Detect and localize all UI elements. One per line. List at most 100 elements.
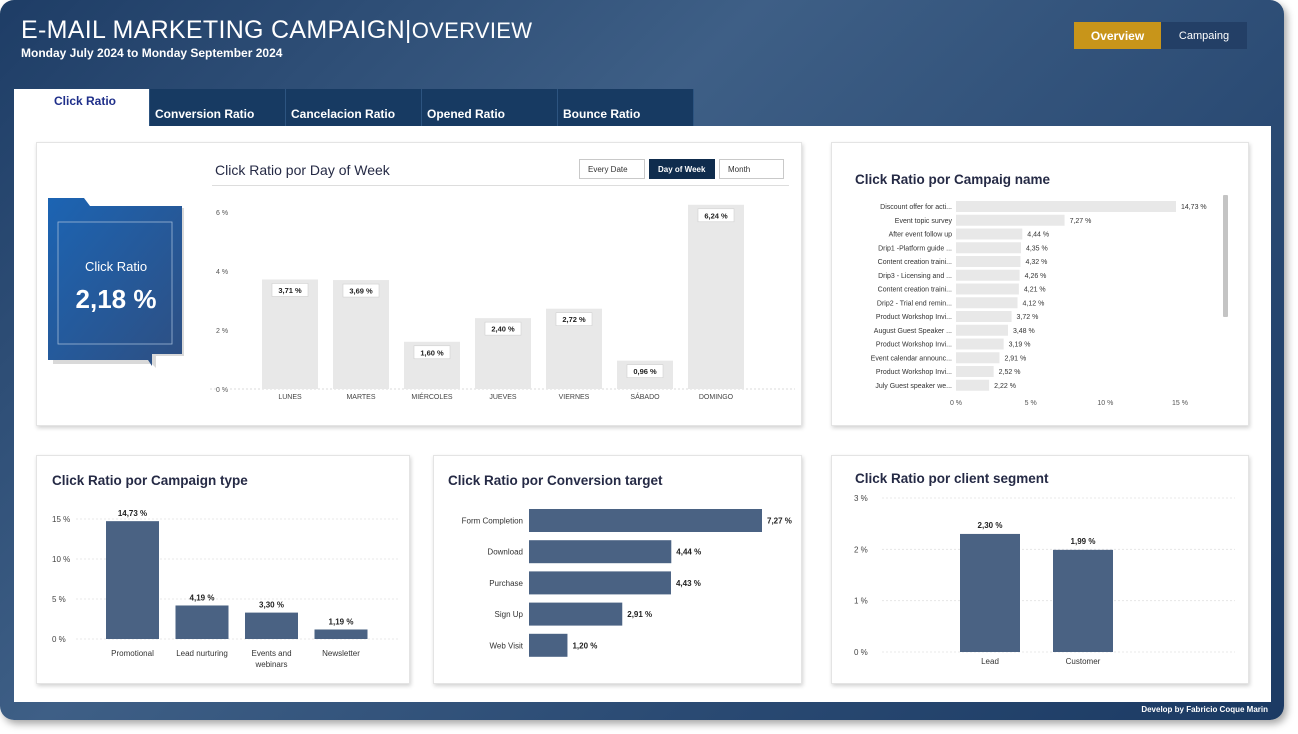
- campaign-name-chart: 0 % 5 % 10 % 15 % Discount offer for acti...…: [871, 195, 1228, 407]
- y-tick-label: 0 %: [52, 635, 66, 644]
- bar: [956, 214, 1065, 226]
- category-label: Content creation traini...: [878, 287, 952, 294]
- data-label: 2,72 %: [562, 315, 586, 324]
- category-label: After event follow up: [889, 232, 953, 239]
- category-label: Web Visit: [490, 641, 524, 650]
- bar: [245, 612, 298, 639]
- tab-cancelacion-ratio[interactable]: Cancelacion Ratio: [286, 89, 422, 126]
- overview-button[interactable]: Overview: [1074, 22, 1161, 49]
- data-label: 2,91 %: [627, 610, 652, 619]
- category-label: July Guest speaker we...: [875, 383, 952, 390]
- bar: [529, 509, 762, 532]
- data-label: 7,27 %: [1070, 218, 1092, 225]
- day-of-week-chart: 6 % 4 % 2 % 0 % 3,71 % LUNES 3,69 % MARTES 1,60 …: [210, 204, 795, 401]
- data-label: 14,73 %: [1181, 204, 1207, 211]
- x-tick-label: Newsletter: [322, 649, 360, 658]
- tab-click-ratio[interactable]: Click Ratio: [14, 89, 150, 126]
- data-label: 7,27 %: [767, 517, 792, 526]
- data-label: 0,96 %: [633, 367, 657, 376]
- data-label: 6,24 %: [704, 211, 728, 220]
- x-tick-label: DOMINGO: [699, 394, 734, 401]
- category-label: Product Workshop Invi...: [876, 342, 952, 349]
- category-label: Event topic survey: [895, 218, 953, 225]
- x-tick-label: SÁBADO: [630, 392, 660, 401]
- data-label: 3,71 %: [278, 286, 302, 295]
- bar: [956, 338, 1004, 350]
- data-label: 2,52 %: [999, 369, 1021, 376]
- data-label: 1,60 %: [420, 348, 444, 357]
- category-label: Drip2 - Trial end remin...: [877, 300, 952, 307]
- category-label: Product Workshop Invi...: [876, 314, 952, 321]
- x-tick-label: 0 %: [950, 400, 962, 407]
- every-date-button[interactable]: Every Date: [579, 159, 645, 179]
- x-tick-label: MIÉRCOLES: [411, 392, 453, 401]
- bar: [529, 633, 568, 657]
- x-tick-label: 5 %: [1025, 400, 1037, 407]
- category-label: Download: [487, 548, 523, 557]
- x-tick-label: Lead nurturing: [176, 649, 228, 658]
- category-label: Product Workshop Invi...: [876, 369, 952, 376]
- category-label: Discount offer for acti...: [880, 204, 952, 211]
- x-tick-label: Promotional: [111, 649, 154, 658]
- x-tick-label: VIERNES: [559, 394, 590, 401]
- tab-conversion-ratio[interactable]: Conversion Ratio: [150, 89, 286, 126]
- data-label: 3,30 %: [259, 601, 284, 610]
- conversion-target-chart: Form Completion 7,27 % Download 4,44 % Purch…: [462, 509, 792, 657]
- scrollbar-thumb: [1223, 195, 1228, 317]
- campaing-button[interactable]: Campaing: [1161, 22, 1247, 49]
- data-label: 2,91 %: [1004, 355, 1026, 362]
- data-label: 2,40 %: [491, 325, 515, 334]
- data-label: 1,99 %: [1071, 537, 1096, 546]
- x-tick-label: 15 %: [1172, 400, 1188, 407]
- data-label: 4,26 %: [1025, 273, 1047, 280]
- category-label: Sign Up: [495, 610, 524, 619]
- y-tick-label: 0 %: [216, 387, 228, 394]
- day-of-week-button[interactable]: Day of Week: [649, 159, 715, 179]
- bar: [956, 228, 1023, 240]
- bar: [956, 242, 1021, 254]
- bar: [956, 379, 990, 391]
- data-label: 3,19 %: [1009, 342, 1031, 349]
- x-tick-label: Events and: [251, 649, 291, 658]
- data-label: 2,22 %: [994, 383, 1016, 390]
- y-tick-label: 6 %: [216, 210, 228, 217]
- y-tick-label: 0 %: [854, 648, 868, 657]
- x-tick-label: MARTES: [346, 394, 375, 401]
- y-tick-label: 3 %: [854, 494, 868, 503]
- bar: [956, 366, 994, 377]
- data-label: 1,20 %: [572, 641, 597, 650]
- campaign-type-chart: 15 % 10 % 5 % 0 % 14,73 % Promotional 4,19 % Le…: [52, 509, 398, 669]
- y-tick-label: 5 %: [52, 595, 66, 604]
- category-label: Content creation traini...: [878, 259, 952, 266]
- category-label: August Guest Speaker ...: [874, 328, 952, 335]
- tab-opened-ratio[interactable]: Opened Ratio: [422, 89, 558, 126]
- bar: [529, 571, 671, 595]
- footer-credit: Develop by Fabricio Coque Marin: [1141, 705, 1268, 714]
- bar: [1053, 549, 1113, 652]
- dashboard-frame: E-MAIL MARKETING CAMPAIGN|OVERVIEW Monda…: [0, 0, 1284, 720]
- data-label: 1,19 %: [329, 617, 354, 626]
- client-segment-chart: 3 % 2 % 1 % 0 % 2,30 % Lead 1,99 % Customer: [854, 494, 1235, 666]
- tab-bounce-ratio[interactable]: Bounce Ratio: [558, 89, 694, 126]
- x-tick-label: Customer: [1066, 657, 1101, 666]
- month-button[interactable]: Month: [719, 159, 784, 179]
- bar: [956, 201, 1176, 212]
- bar: [956, 256, 1021, 267]
- category-label: Drip3 - Licensing and ...: [878, 273, 952, 280]
- data-label: 3,72 %: [1017, 314, 1039, 321]
- campaign-type-title: Click Ratio por Campaign type: [52, 473, 248, 488]
- metric-tabs: Click Ratio Conversion Ratio Cancelacion…: [14, 89, 694, 126]
- bar: [956, 269, 1020, 281]
- bar: [956, 352, 1000, 364]
- category-label: Purchase: [489, 579, 523, 588]
- category-label: Event calendar announc...: [871, 355, 952, 362]
- bar: [106, 521, 159, 639]
- title-divider: [212, 185, 789, 186]
- x-tick-label: webinars: [254, 660, 287, 669]
- bar: [960, 533, 1020, 652]
- data-label: 4,32 %: [1026, 259, 1048, 266]
- data-label: 3,69 %: [349, 287, 373, 296]
- category-label: Form Completion: [462, 517, 523, 526]
- bar: [956, 324, 1008, 336]
- bar: [175, 605, 229, 639]
